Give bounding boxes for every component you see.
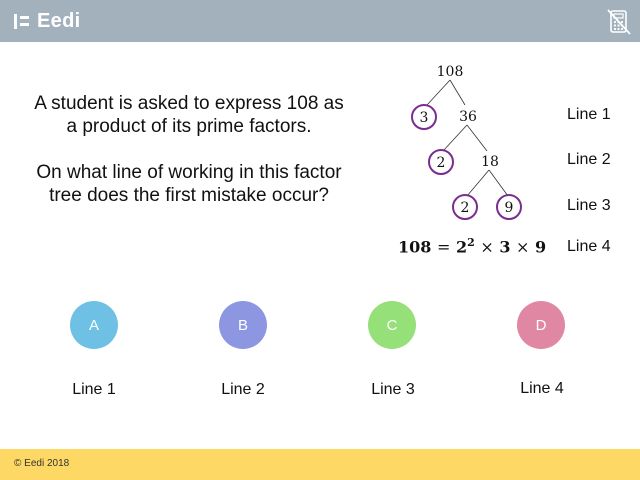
tree-node-value: 2 <box>461 200 470 216</box>
option-a-button[interactable]: A <box>70 301 118 349</box>
question-paragraph-2: On what line of working in this factor t… <box>36 162 342 206</box>
line-4-label: Line 4 <box>567 238 611 255</box>
branch-18-9 <box>488 169 509 197</box>
tree-node-value: 3 <box>420 110 429 126</box>
branch-36-18 <box>466 124 488 152</box>
tree-root-value: 108 <box>437 64 464 80</box>
branch-108-3 <box>426 79 451 106</box>
equation-exponent: 2 <box>467 236 475 249</box>
logo-mark-icon <box>14 13 29 29</box>
question-paragraph-1: A student is asked to express 108 as a p… <box>34 93 344 137</box>
option-a-answer[interactable]: Line 1 <box>44 381 144 399</box>
header-bar: Eedi <box>0 0 640 42</box>
calculator-crossed-icon[interactable] <box>606 8 632 36</box>
brand-name: Eedi <box>37 9 81 32</box>
equation-base: 2 <box>455 237 468 257</box>
option-d-answer[interactable]: Line 4 <box>492 380 592 398</box>
eedi-logo[interactable]: Eedi <box>14 8 80 34</box>
option-b-button[interactable]: B <box>219 301 267 349</box>
tree-node-value: 18 <box>481 154 499 170</box>
factor-tree: 108 3 36 2 18 2 9 <box>395 55 560 225</box>
tree-node-value: 36 <box>459 109 477 125</box>
line-1-label: Line 1 <box>567 106 611 123</box>
copyright-text: © Eedi 2018 <box>14 458 70 469</box>
line-2-label: Line 2 <box>567 151 611 168</box>
equation-times: × <box>480 237 494 257</box>
equation-factor: 3 <box>499 237 511 257</box>
equation-lhs: 108 <box>398 237 432 257</box>
tree-node-value: 2 <box>437 155 446 171</box>
option-c-answer[interactable]: Line 3 <box>343 381 443 399</box>
footer-bar: © Eedi 2018 <box>0 449 640 480</box>
option-d-button[interactable]: D <box>517 301 565 349</box>
question-text: A student is asked to express 108 as a p… <box>30 92 348 230</box>
option-c-button[interactable]: C <box>368 301 416 349</box>
prime-factor-equation: 108 = 22 × 3 × 9 <box>398 236 546 256</box>
equation-factor: 9 <box>535 237 547 257</box>
branch-18-2 <box>466 169 490 197</box>
equation-times: × <box>516 237 530 257</box>
line-3-label: Line 3 <box>567 197 611 214</box>
branch-36-2 <box>442 124 468 152</box>
tree-node-value: 9 <box>505 200 514 216</box>
branch-108-36 <box>449 79 466 106</box>
option-b-answer[interactable]: Line 2 <box>193 381 293 399</box>
equation-equals: = <box>436 237 451 257</box>
